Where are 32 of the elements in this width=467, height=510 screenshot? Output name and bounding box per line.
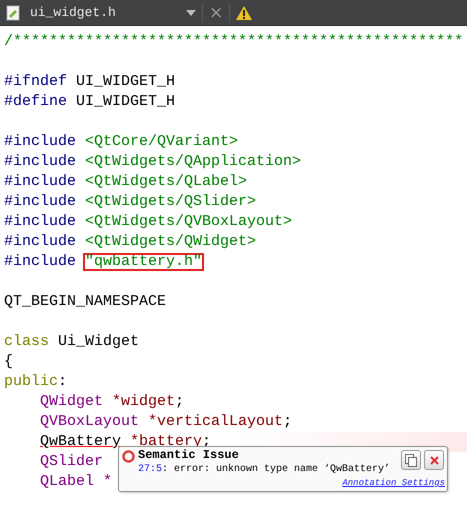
close-button[interactable] xyxy=(424,450,444,470)
annotation-settings-link[interactable]: Annotation Settings xyxy=(342,478,445,488)
code-line: #include <QtWidgets/QApplication> xyxy=(4,152,302,172)
code-line: #include <QtWidgets/QVBoxLayout> xyxy=(4,212,292,232)
code-line: QT_BEGIN_NAMESPACE xyxy=(4,292,166,312)
issue-message: : error: unknown type name ‘QwBattery’ xyxy=(162,464,390,475)
code-line: { xyxy=(4,352,14,372)
close-icon xyxy=(430,456,438,464)
dropdown-caret-icon[interactable] xyxy=(186,10,196,16)
code-line: #ifndef UI_WIDGET_H xyxy=(4,72,176,92)
code-line: #include <QtCore/QVariant> xyxy=(4,132,238,152)
code-line: class Ui_Widget xyxy=(4,332,140,352)
error-icon xyxy=(122,450,135,463)
issue-location-link[interactable]: 27:5 xyxy=(138,464,162,475)
document-icon xyxy=(6,4,20,20)
code-line: QSlider xyxy=(40,452,104,472)
close-button[interactable]: × xyxy=(203,2,230,22)
code-line: QVBoxLayout *verticalLayout; xyxy=(40,412,292,432)
copy-icon xyxy=(405,454,417,466)
warning-icon xyxy=(236,6,252,20)
code-line: /************************************************** xyxy=(4,32,464,52)
code-line: public: xyxy=(4,372,68,392)
code-line: #define UI_WIDGET_H xyxy=(4,92,176,112)
copy-button[interactable] xyxy=(401,450,421,470)
issue-title: Semantic Issue xyxy=(138,448,239,462)
file-name[interactable]: ui_widget.h xyxy=(30,5,180,20)
code-line: #include "qwbattery.h" xyxy=(4,252,202,272)
code-line: QLabel * xyxy=(40,472,112,492)
code-line: #include <QtWidgets/QWidget> xyxy=(4,232,256,252)
code-line: #include <QtWidgets/QLabel> xyxy=(4,172,248,192)
code-line: QWidget *widget; xyxy=(40,392,184,412)
code-line: #include <QtWidgets/QSlider> xyxy=(4,192,256,212)
